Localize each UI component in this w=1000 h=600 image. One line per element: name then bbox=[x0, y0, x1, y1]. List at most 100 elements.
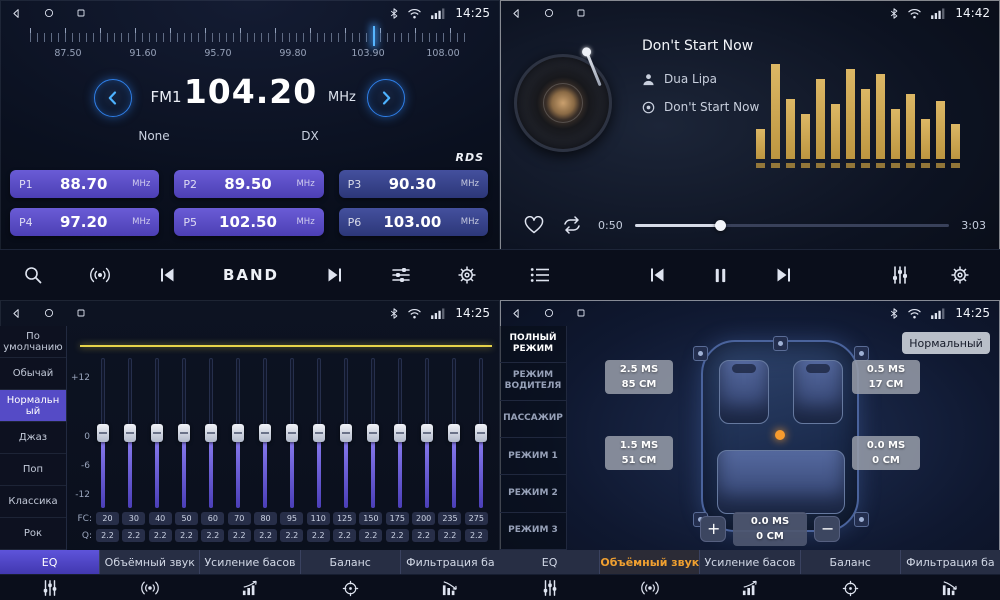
mode-1[interactable]: РЕЖИМ 1 bbox=[500, 438, 566, 475]
eq-band-slider[interactable] bbox=[177, 358, 191, 508]
eq-band-slider[interactable] bbox=[258, 358, 272, 508]
eq-preset-item[interactable]: Нормальный bbox=[0, 390, 66, 422]
audio-settings-button[interactable] bbox=[387, 261, 415, 289]
tab-balance[interactable]: Баланс bbox=[301, 550, 401, 574]
repeat-button[interactable] bbox=[558, 214, 586, 236]
equalizer-button[interactable] bbox=[886, 261, 914, 289]
delay-front-left[interactable]: 2.5 MS 85 CM bbox=[605, 360, 673, 394]
q-value: 2.2 bbox=[307, 529, 330, 542]
back-icon[interactable] bbox=[510, 7, 523, 20]
tab-balance[interactable]: Баланс bbox=[801, 550, 901, 574]
bass-boost-tab-icon[interactable] bbox=[700, 575, 800, 600]
tab-eq[interactable]: EQ bbox=[0, 550, 100, 574]
recents-icon[interactable] bbox=[575, 307, 587, 319]
eq-band-slider[interactable] bbox=[96, 358, 110, 508]
recents-icon[interactable] bbox=[575, 7, 587, 19]
eq-band-slider[interactable] bbox=[150, 358, 164, 508]
tab-surround[interactable]: Объёмный звук bbox=[600, 550, 700, 574]
eq-band-slider[interactable] bbox=[312, 358, 326, 508]
preset-p3[interactable]: P3 90.30 MHz bbox=[339, 170, 488, 198]
preset-number: P2 bbox=[183, 178, 205, 191]
eq-preset-item[interactable]: Рок bbox=[0, 518, 66, 550]
tab-bass-boost[interactable]: Усиление басов bbox=[700, 550, 800, 574]
mode-passenger[interactable]: ПАССАЖИР bbox=[500, 401, 566, 438]
tab-eq[interactable]: EQ bbox=[500, 550, 600, 574]
settings-button[interactable] bbox=[453, 261, 481, 289]
prev-station-button[interactable] bbox=[153, 261, 181, 289]
eq-preset-item[interactable]: Джаз bbox=[0, 422, 66, 454]
preset-p1[interactable]: P1 88.70 MHz bbox=[10, 170, 159, 198]
eq-band-slider[interactable] bbox=[474, 358, 488, 508]
home-icon[interactable] bbox=[43, 7, 55, 19]
progress-bar[interactable] bbox=[635, 224, 950, 227]
balance-tab-icon[interactable] bbox=[300, 575, 400, 600]
eq-tab-icon[interactable] bbox=[0, 575, 100, 600]
preset-p4[interactable]: P4 97.20 MHz bbox=[10, 208, 159, 236]
prev-track-button[interactable] bbox=[643, 261, 671, 289]
home-icon[interactable] bbox=[543, 307, 555, 319]
listening-position-dot[interactable] bbox=[775, 430, 785, 440]
eq-band-slider[interactable] bbox=[393, 358, 407, 508]
delay-rear-right[interactable]: 0.0 MS 0 CM bbox=[852, 436, 920, 470]
bass-boost-tab-icon[interactable] bbox=[200, 575, 300, 600]
sound-preset-button[interactable]: Нормальный bbox=[902, 332, 990, 354]
eq-preset-item[interactable]: Классика bbox=[0, 486, 66, 518]
preset-p2[interactable]: P2 89.50 MHz bbox=[174, 170, 323, 198]
eq-band-slider[interactable] bbox=[285, 358, 299, 508]
spectrum-bar bbox=[921, 119, 930, 168]
eq-band-slider[interactable] bbox=[123, 358, 137, 508]
eq-band-slider[interactable] bbox=[366, 358, 380, 508]
settings-button[interactable] bbox=[946, 261, 974, 289]
mode-3[interactable]: РЕЖИМ 3 bbox=[500, 513, 566, 550]
eq-preset-item[interactable]: Обычай bbox=[0, 358, 66, 390]
tab-filter[interactable]: Фильтрация ба bbox=[901, 550, 1000, 574]
delay-increase-button[interactable]: + bbox=[700, 516, 726, 542]
mode-driver[interactable]: РЕЖИМ ВОДИТЕЛЯ bbox=[500, 363, 566, 400]
home-icon[interactable] bbox=[543, 7, 555, 19]
eq-preset-item[interactable]: По умолчанию bbox=[0, 326, 66, 358]
tab-bass-boost[interactable]: Усиление басов bbox=[200, 550, 300, 574]
broadcast-button[interactable] bbox=[85, 262, 115, 288]
favorite-button[interactable] bbox=[522, 214, 546, 236]
preset-p6[interactable]: P6 103.00 MHz bbox=[339, 208, 488, 236]
eq-tab-icon[interactable] bbox=[500, 575, 600, 600]
tab-filter[interactable]: Фильтрация ба bbox=[401, 550, 500, 574]
preset-p5[interactable]: P5 102.50 MHz bbox=[174, 208, 323, 236]
next-station-button[interactable] bbox=[321, 261, 349, 289]
filter-tab-icon[interactable] bbox=[400, 575, 500, 600]
frequency-ruler[interactable]: 87.50 91.60 95.70 99.80 103.90 108.00 bbox=[30, 28, 470, 64]
tab-surround[interactable]: Объёмный звук bbox=[100, 550, 200, 574]
mode-2[interactable]: РЕЖИМ 2 bbox=[500, 475, 566, 512]
eq-band-slider[interactable] bbox=[447, 358, 461, 508]
delay-decrease-button[interactable]: − bbox=[814, 516, 840, 542]
delay-rear-left[interactable]: 1.5 MS 51 CM bbox=[605, 436, 673, 470]
pause-button[interactable] bbox=[707, 262, 734, 289]
filter-tab-icon[interactable] bbox=[900, 575, 1000, 600]
playlist-button[interactable] bbox=[526, 263, 554, 287]
eq-band-slider[interactable] bbox=[231, 358, 245, 508]
surround-tab-icon[interactable] bbox=[100, 575, 200, 600]
recents-icon[interactable] bbox=[75, 307, 87, 319]
eq-preset-item[interactable]: Поп bbox=[0, 454, 66, 486]
back-icon[interactable] bbox=[10, 307, 23, 320]
surround-tab-icon[interactable] bbox=[600, 575, 700, 600]
mode-full[interactable]: ПОЛНЫЙ РЕЖИМ bbox=[500, 326, 566, 363]
dx-mode-label: DX bbox=[288, 129, 332, 143]
eq-band-slider[interactable] bbox=[420, 358, 434, 508]
eq-band-slider[interactable] bbox=[339, 358, 353, 508]
next-track-button[interactable] bbox=[770, 261, 798, 289]
eq-band-slider[interactable] bbox=[204, 358, 218, 508]
band-button[interactable]: BAND bbox=[219, 262, 283, 288]
balance-tab-icon[interactable] bbox=[800, 575, 900, 600]
tune-up-button[interactable] bbox=[367, 79, 405, 117]
delay-front-right[interactable]: 0.5 MS 17 CM bbox=[852, 360, 920, 394]
back-icon[interactable] bbox=[10, 7, 23, 20]
spectrum-bar bbox=[936, 101, 945, 168]
tune-down-button[interactable] bbox=[94, 79, 132, 117]
scan-stations-button[interactable] bbox=[19, 261, 47, 289]
progress-knob[interactable] bbox=[715, 220, 726, 231]
back-icon[interactable] bbox=[510, 307, 523, 320]
home-icon[interactable] bbox=[43, 307, 55, 319]
recents-icon[interactable] bbox=[75, 7, 87, 19]
wifi-icon bbox=[407, 8, 422, 19]
